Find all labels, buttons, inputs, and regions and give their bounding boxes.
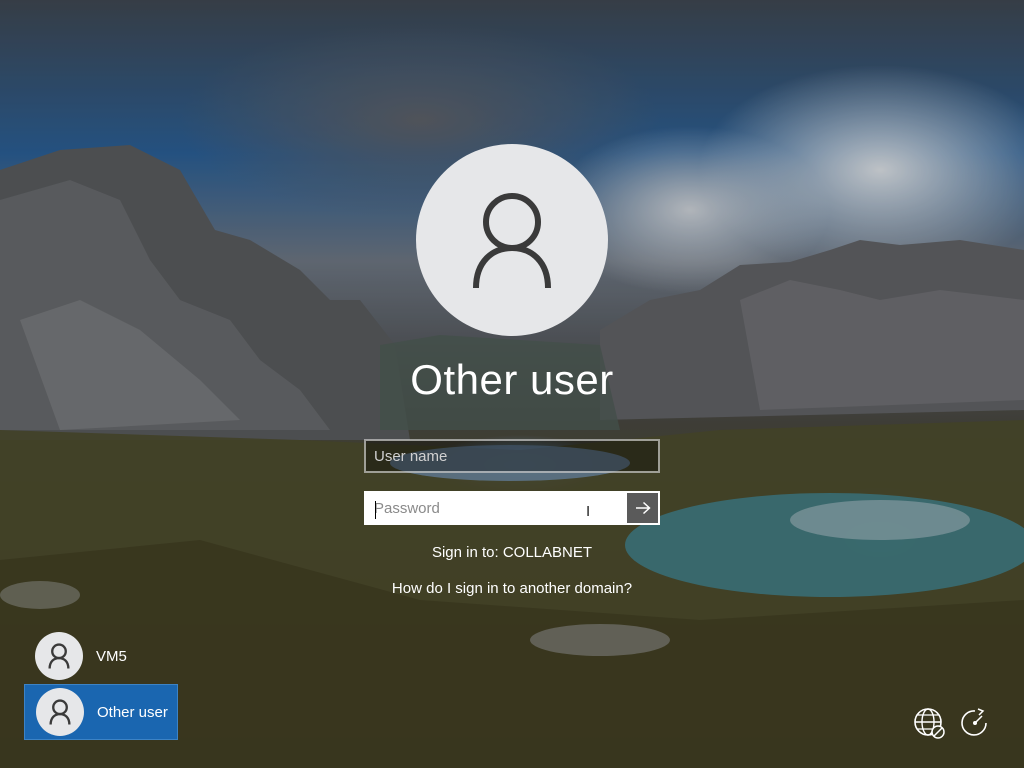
account-title: Other user xyxy=(410,356,614,403)
user-tile-label: Other user xyxy=(97,703,168,721)
user-icon xyxy=(49,699,71,725)
user-icon xyxy=(473,193,551,289)
password-field[interactable]: I xyxy=(364,491,660,525)
username-input[interactable] xyxy=(366,441,658,471)
text-caret xyxy=(375,501,376,519)
ibeam-cursor-icon: I xyxy=(586,503,591,520)
submit-button[interactable] xyxy=(627,491,660,525)
user-tile-label: VM5 xyxy=(96,647,127,665)
user-tile-vm5[interactable]: VM5 xyxy=(24,628,178,684)
password-box[interactable]: I xyxy=(364,491,629,525)
accessibility-button[interactable] xyxy=(956,704,994,742)
user-avatar xyxy=(36,688,84,736)
sign-in-domain-text: Sign in to: COLLABNET xyxy=(431,544,593,561)
network-globe-icon xyxy=(914,708,945,739)
user-icon xyxy=(48,643,70,669)
username-field[interactable] xyxy=(364,439,660,473)
network-button[interactable] xyxy=(910,704,948,742)
other-domain-help-link[interactable]: How do I sign in to another domain? xyxy=(0,580,1024,597)
user-tile-other-user[interactable]: Other user xyxy=(24,684,178,740)
ease-of-access-icon xyxy=(961,708,987,736)
user-avatar xyxy=(35,632,83,680)
user-avatar-large xyxy=(416,144,608,336)
arrow-right-icon xyxy=(635,501,651,515)
